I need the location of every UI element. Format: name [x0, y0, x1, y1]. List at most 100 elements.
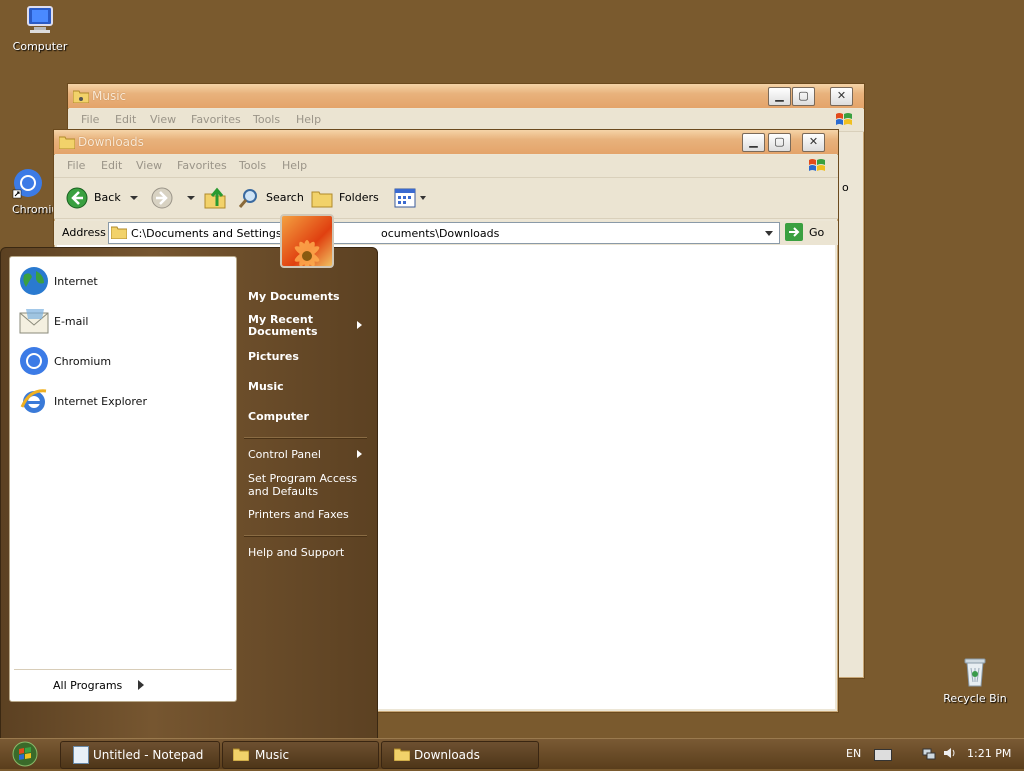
pinned-email[interactable]: E-mail — [16, 305, 228, 339]
email-icon — [18, 305, 50, 337]
minimize-button[interactable]: ▁ — [742, 133, 765, 152]
chevron-right-icon — [138, 680, 144, 690]
recycle-bin-icon — [959, 656, 991, 688]
pinned-internet[interactable]: Internet — [16, 265, 228, 299]
menu-file[interactable]: File — [81, 113, 99, 126]
search-button[interactable]: Search — [237, 187, 304, 211]
dropdown-arrow-icon[interactable] — [420, 196, 426, 200]
go-button[interactable]: Go — [785, 222, 831, 242]
start-button[interactable] — [8, 740, 42, 768]
desktop-icon-chromium[interactable]: Chromiu — [0, 167, 58, 216]
menu-my-recent-documents[interactable]: My Recent Documents — [248, 314, 343, 338]
flower-icon — [294, 240, 320, 266]
views-button[interactable] — [394, 188, 428, 210]
all-programs-button[interactable]: All Programs — [40, 675, 220, 697]
pinned-label: Internet Explorer — [54, 395, 147, 408]
menu-favorites[interactable]: Favorites — [191, 113, 241, 126]
back-button[interactable]: Back — [66, 187, 138, 211]
maximize-button[interactable]: ▢ — [768, 133, 791, 152]
menu-help[interactable]: Help — [282, 159, 307, 172]
taskbar-item-label: Untitled - Notepad — [93, 748, 204, 762]
desktop-icon-label: Computer — [12, 40, 68, 53]
separator — [14, 669, 232, 670]
menu-pictures[interactable]: Pictures — [248, 350, 299, 363]
folders-label: Folders — [339, 191, 379, 204]
all-programs-label: All Programs — [53, 679, 123, 692]
language-indicator[interactable]: EN — [846, 747, 861, 760]
menu-bar: File Edit View Favorites Tools Help — [54, 155, 838, 178]
notepad-icon — [73, 746, 89, 764]
globe-icon — [18, 265, 50, 297]
menu-help[interactable]: Help — [296, 113, 321, 126]
menu-control-panel[interactable]: Control Panel — [248, 448, 321, 461]
taskbar-item-notepad[interactable]: Untitled - Notepad — [60, 741, 220, 769]
clock[interactable]: 1:21 PM — [967, 747, 1011, 760]
menu-my-documents[interactable]: My Documents — [248, 290, 340, 303]
folder-music-icon — [72, 89, 90, 104]
taskbar-item-music[interactable]: Music — [222, 741, 379, 769]
network-icon[interactable] — [922, 746, 936, 760]
pinned-label: E-mail — [54, 315, 89, 328]
folder-icon — [110, 225, 128, 240]
address-text-left: C:\Documents and Settings\ — [131, 227, 286, 240]
back-arrow-icon — [66, 187, 88, 209]
address-dropdown-icon[interactable] — [765, 231, 773, 236]
forward-button[interactable] — [151, 187, 195, 211]
menu-edit[interactable]: Edit — [101, 159, 122, 172]
start-menu-pinned-panel: Internet E-mail Chromium Internet Explor… — [9, 256, 237, 702]
menu-tools[interactable]: Tools — [239, 159, 266, 172]
separator — [244, 535, 367, 537]
taskbar-item-label: Downloads — [414, 748, 480, 762]
windows-logo-icon — [807, 157, 827, 175]
dropdown-arrow-icon[interactable] — [187, 196, 195, 200]
menu-file[interactable]: File — [67, 159, 85, 172]
downloads-titlebar[interactable]: Downloads ▁ ▢ ✕ — [54, 130, 838, 154]
keyboard-icon[interactable] — [874, 749, 892, 761]
pinned-internet-explorer[interactable]: Internet Explorer — [16, 385, 228, 419]
pinned-label: Internet — [54, 275, 98, 288]
go-label: Go — [809, 226, 825, 239]
taskbar-item-downloads[interactable]: Downloads — [381, 741, 539, 769]
menu-computer[interactable]: Computer — [248, 410, 309, 423]
search-icon — [237, 187, 259, 209]
search-label: Search — [266, 191, 304, 204]
pinned-chromium[interactable]: Chromium — [16, 345, 228, 379]
internet-explorer-icon — [18, 385, 50, 417]
menu-edit[interactable]: Edit — [115, 113, 136, 126]
go-button-fragment[interactable]: o — [842, 181, 849, 194]
folder-music-icon — [232, 747, 250, 762]
toolbar: Back Search Folders — [54, 178, 838, 219]
up-folder-icon — [204, 187, 226, 209]
close-button[interactable]: ✕ — [830, 87, 853, 106]
start-menu: Internet E-mail Chromium Internet Explor… — [0, 214, 378, 739]
menu-printers-and-faxes[interactable]: Printers and Faxes — [248, 508, 349, 521]
menu-help-and-support[interactable]: Help and Support — [248, 546, 344, 559]
folder-icon — [393, 747, 411, 762]
separator — [244, 437, 367, 439]
maximize-button[interactable]: ▢ — [792, 87, 815, 106]
minimize-button[interactable]: ▁ — [768, 87, 791, 106]
forward-arrow-icon — [151, 187, 173, 209]
start-orb-icon — [12, 741, 38, 767]
menu-view[interactable]: View — [136, 159, 162, 172]
music-titlebar[interactable]: Music ▁ ▢ ✕ — [68, 84, 864, 108]
menu-view[interactable]: View — [150, 113, 176, 126]
menu-set-program-access[interactable]: Set Program Access and Defaults — [248, 472, 358, 498]
user-picture — [280, 214, 334, 268]
up-folder-button[interactable] — [203, 186, 227, 210]
address-bar: Address C:\Documents and Settings\ ocume… — [54, 221, 838, 245]
folders-button[interactable]: Folders — [311, 187, 381, 211]
desktop-icon-label: Recycle Bin — [943, 692, 1007, 705]
pinned-label: Chromium — [54, 355, 112, 368]
volume-icon[interactable] — [942, 746, 956, 760]
window-title: Downloads — [78, 135, 144, 149]
desktop-icon-computer[interactable]: Computer — [0, 4, 80, 53]
address-input[interactable]: C:\Documents and Settings\ ocuments\Down… — [108, 222, 780, 244]
chromium-icon — [18, 345, 50, 377]
desktop-icon-recycle-bin[interactable]: Recycle Bin — [935, 656, 1015, 705]
menu-favorites[interactable]: Favorites — [177, 159, 227, 172]
close-button[interactable]: ✕ — [802, 133, 825, 152]
dropdown-arrow-icon[interactable] — [130, 196, 138, 200]
menu-tools[interactable]: Tools — [253, 113, 280, 126]
menu-music[interactable]: Music — [248, 380, 284, 393]
